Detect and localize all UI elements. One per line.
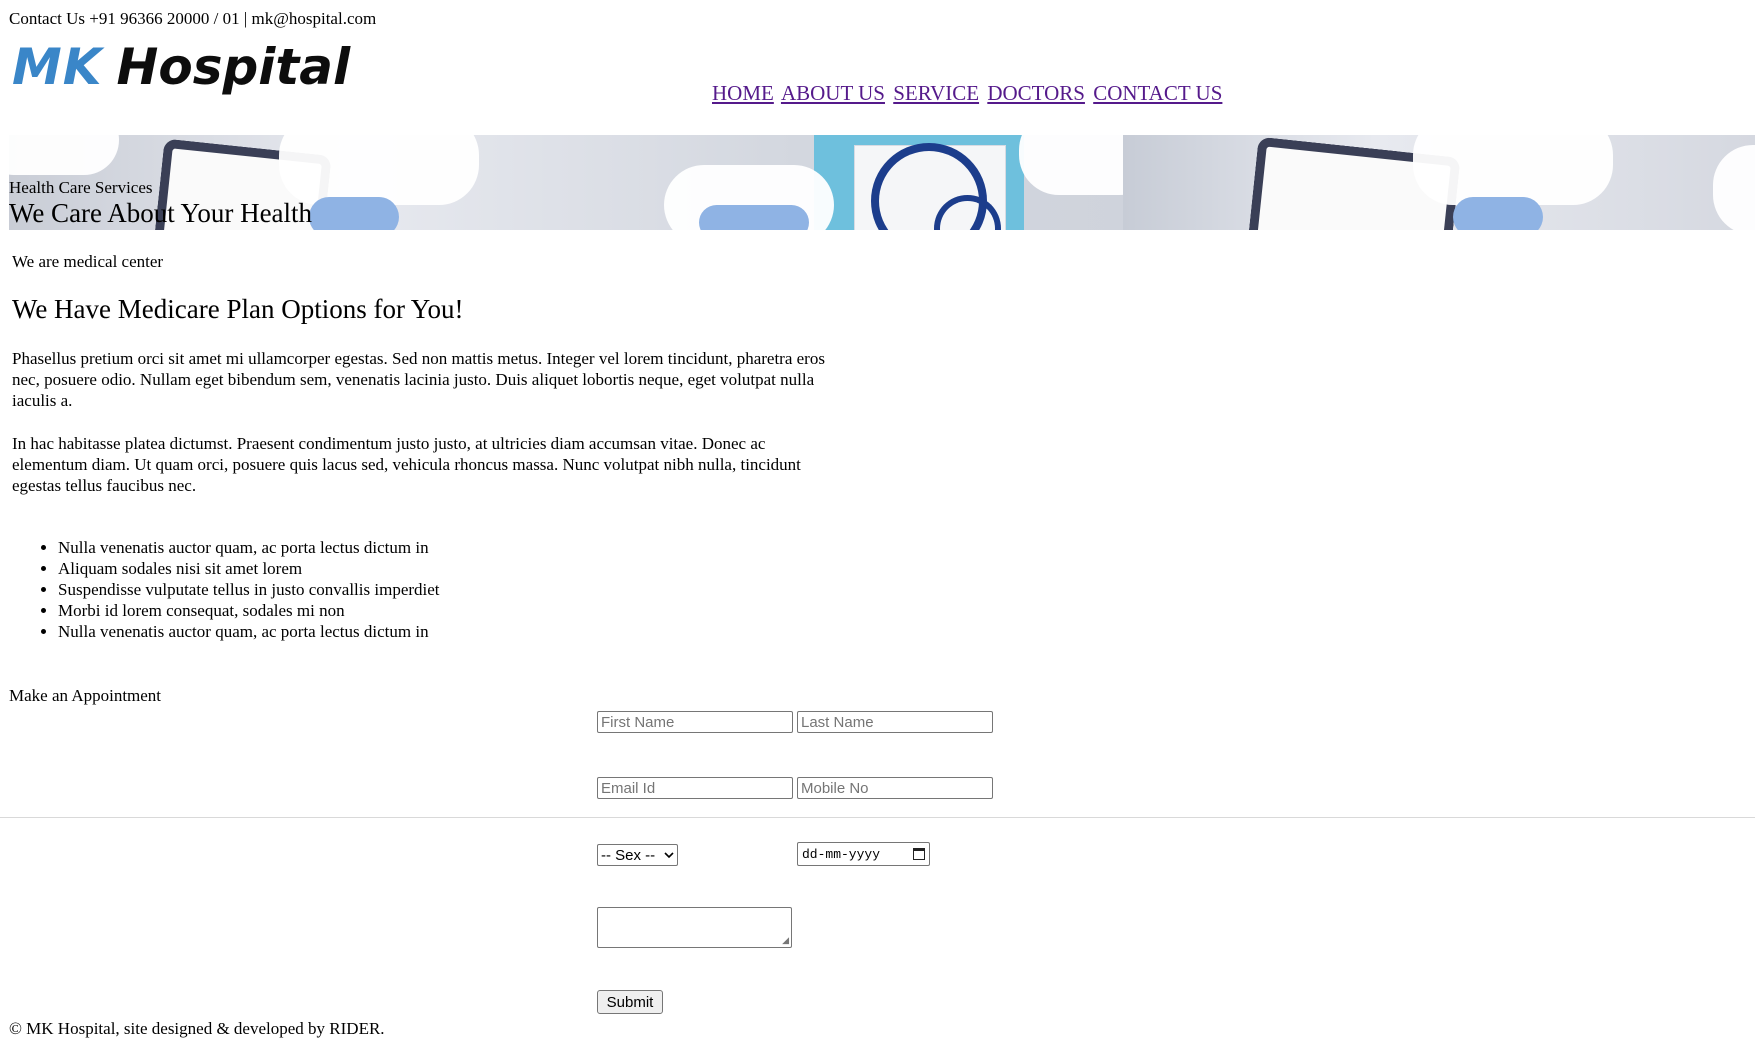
email-input[interactable] [597, 777, 793, 799]
list-item: Aliquam sodales nisi sit amet lorem [58, 558, 440, 579]
banner-subtitle: Health Care Services [9, 178, 153, 197]
chevron-down-icon [664, 851, 674, 858]
date-input[interactable]: dd-mm-yyyy [797, 842, 930, 866]
nav-home[interactable]: HOME [712, 81, 774, 105]
paragraph: Phasellus pretium orci sit amet mi ullam… [12, 349, 825, 410]
first-name-input[interactable] [597, 711, 793, 733]
nav-about-us[interactable]: ABOUT US [781, 81, 885, 105]
last-name-input[interactable] [797, 711, 993, 733]
sex-select[interactable]: -- Sex -- [597, 844, 678, 866]
nav-service[interactable]: SERVICE [893, 81, 979, 105]
banner-title: We Care About Your Health [9, 198, 313, 228]
divider [0, 817, 1755, 818]
logo-hospital: Hospital [116, 38, 351, 96]
intro-text: We are medical center [12, 252, 164, 271]
contact-info: Contact Us +91 96366 20000 / 01 | mk@hos… [9, 9, 377, 28]
nav-contact-us[interactable]: CONTACT US [1093, 81, 1222, 105]
list-item: Nulla venenatis auctor quam, ac porta le… [58, 537, 440, 558]
date-placeholder: dd-mm-yyyy [802, 846, 881, 862]
sex-select-value: -- Sex -- [601, 846, 656, 864]
message-textarea[interactable]: ◢ [597, 907, 792, 948]
mobile-input[interactable] [797, 777, 993, 799]
section-heading: We Have Medicare Plan Options for You! [12, 294, 464, 324]
list-item: Suspendisse vulputate tellus in justo co… [58, 579, 440, 600]
appointment-title: Make an Appointment [9, 686, 162, 705]
list-item: Nulla venenatis auctor quam, ac porta le… [58, 621, 440, 642]
logo-mk: MK [12, 38, 103, 96]
paragraph: In hac habitasse platea dictumst. Praese… [12, 434, 801, 495]
site-logo[interactable]: MK Hospital [12, 42, 350, 92]
main-nav: HOME ABOUT US SERVICE DOCTORS CONTACT US [712, 81, 1225, 106]
nav-doctors[interactable]: DOCTORS [987, 81, 1085, 105]
footer-copyright: © MK Hospital, site designed & developed… [9, 1019, 385, 1038]
calendar-icon[interactable] [913, 848, 925, 860]
submit-button[interactable]: Submit [597, 990, 663, 1014]
list-item: Morbi id lorem consequat, sodales mi non [58, 600, 440, 621]
resize-handle-icon[interactable]: ◢ [782, 936, 789, 945]
feature-list: Nulla venenatis auctor quam, ac porta le… [12, 537, 440, 642]
